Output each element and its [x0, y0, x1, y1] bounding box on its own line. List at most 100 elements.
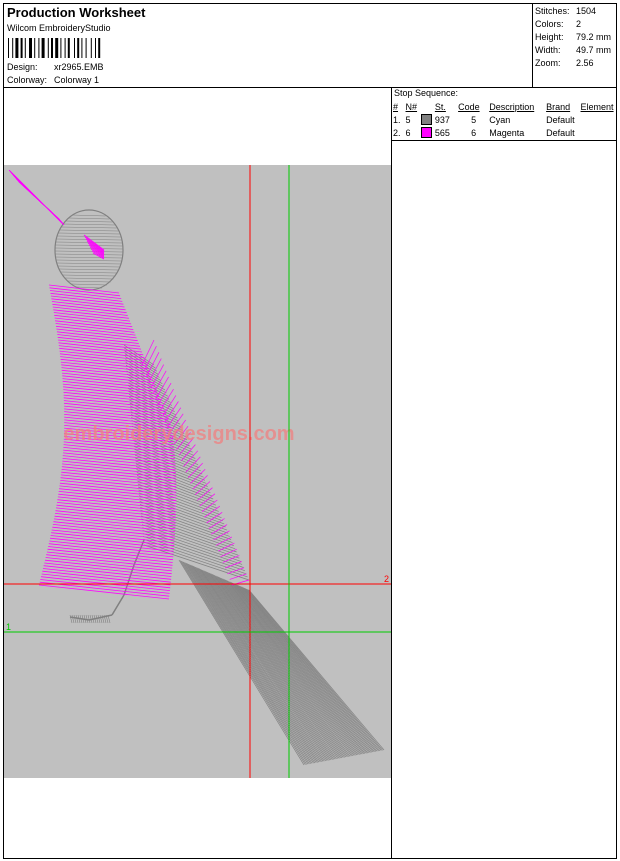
stitch	[52, 526, 175, 541]
stitch	[45, 557, 172, 572]
stitch	[217, 576, 349, 757]
barcode-bar	[41, 38, 45, 58]
col-st: St.	[434, 101, 446, 112]
stitch	[62, 383, 159, 395]
barcode-bar	[24, 38, 26, 58]
stitch	[18, 181, 60, 220]
row-code: 6	[471, 127, 477, 138]
stitch	[67, 280, 111, 283]
stop-sequence-title: Stop Sequence:	[394, 88, 459, 98]
colors-label: Colors:	[535, 19, 564, 29]
barcode-bar	[95, 38, 96, 58]
stitches-label: Stitches:	[535, 6, 570, 16]
bird-embroidery-preview: embroiderydesigns.com 2 1	[4, 165, 391, 778]
stitch	[76, 286, 102, 289]
row-st: 565	[434, 127, 450, 138]
barcode-bar	[85, 38, 87, 58]
width-value: 49.7 mm	[576, 45, 612, 55]
barcode-bar	[60, 38, 62, 58]
stitch	[223, 579, 356, 756]
stitch	[73, 614, 77, 624]
stitch	[58, 339, 142, 350]
barcode-bar	[67, 38, 70, 58]
barcode-bar	[98, 38, 101, 58]
stitch	[53, 518, 176, 532]
barcode-bar	[90, 38, 92, 58]
stitch	[157, 382, 172, 405]
stitch	[42, 570, 171, 586]
colors-value: 2	[576, 19, 582, 29]
zoom-value: 2.56	[576, 58, 594, 68]
content-divider	[391, 87, 392, 858]
stitch	[226, 580, 359, 756]
color-swatch	[421, 114, 433, 125]
row-description: Magenta	[489, 127, 525, 138]
stitch	[65, 220, 113, 223]
stitch	[202, 570, 332, 761]
stitch	[61, 226, 117, 229]
stitch	[204, 571, 335, 760]
stitch	[60, 271, 118, 274]
table-row: 1. 5 937 5 Cyan Default	[393, 113, 620, 126]
barcode-bar	[47, 38, 49, 58]
stitch	[63, 447, 176, 459]
stitch	[62, 274, 116, 277]
stitch	[54, 250, 124, 253]
stitch	[55, 253, 123, 256]
barcode-bar	[15, 38, 19, 58]
stitch	[42, 568, 171, 583]
barcode-bar	[55, 38, 59, 58]
color-swatch	[421, 127, 433, 138]
design-value: xr2965.EMB	[54, 62, 104, 72]
stitch	[220, 548, 237, 558]
watermark: embroiderydesigns.com	[63, 423, 294, 445]
colorway-value: Colorway 1	[54, 75, 100, 85]
magenta-thread-stitches	[8, 169, 250, 600]
stitch	[57, 265, 121, 268]
stitch	[43, 565, 172, 580]
stitch	[63, 391, 162, 403]
design-preview: embroiderydesigns.com 2 1	[4, 165, 391, 778]
stitch	[219, 577, 351, 757]
barcode-bar	[81, 38, 83, 58]
stitch	[63, 449, 176, 462]
stitch	[61, 372, 155, 384]
row-brand: Default	[546, 114, 575, 125]
row-code: 5	[471, 114, 477, 125]
stitch	[164, 401, 179, 422]
design-label: Design:	[7, 62, 38, 72]
stitch	[64, 277, 114, 280]
barcode-bar	[8, 38, 9, 58]
width-label: Width:	[535, 45, 561, 55]
stitch	[44, 562, 172, 577]
barcode-bar	[34, 38, 36, 58]
barcode-bar	[51, 38, 53, 58]
stitch	[47, 548, 173, 563]
barcode-bar	[29, 38, 32, 58]
stitch	[68, 217, 110, 220]
stitch	[160, 389, 174, 411]
design-stats: Stitches: 1504 Colors: 2 Height: 79.2 mm Wi…	[535, 5, 611, 70]
stitch	[55, 256, 123, 259]
stitch	[208, 572, 339, 759]
stop-divider	[391, 140, 616, 141]
stitch	[72, 214, 106, 217]
barcode-bar	[12, 38, 14, 58]
barcode-bar	[74, 38, 75, 58]
stitch	[206, 571, 336, 760]
stats-divider	[532, 4, 533, 87]
stitch	[40, 579, 170, 594]
row-n: 6	[405, 127, 411, 138]
stitch	[214, 575, 345, 758]
stitch	[63, 394, 164, 406]
barcode-bar	[77, 38, 80, 58]
stitch	[63, 444, 175, 457]
stitch	[58, 342, 143, 353]
stitch	[57, 235, 121, 238]
row-description: Cyan	[489, 114, 511, 125]
stitch	[58, 345, 144, 356]
stitches-value: 1504	[576, 6, 597, 16]
stitch	[64, 405, 168, 417]
stitch	[56, 262, 122, 265]
software-name: Wilcom EmbroideryStudio	[7, 23, 111, 33]
